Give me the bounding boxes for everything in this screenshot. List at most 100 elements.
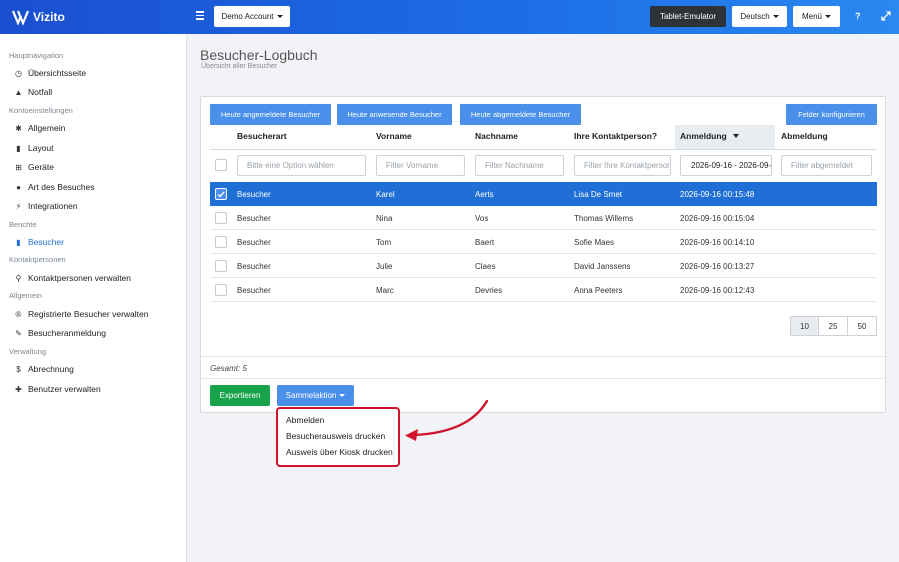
filter-first-name[interactable]: Filter Vorname [376,155,465,176]
sidebar-item-overview[interactable]: ◷ Übersichtsseite [14,68,86,78]
brand[interactable]: Vizito [12,9,65,25]
row-checkbox[interactable] [215,212,227,224]
cell-type: Besucher [237,286,271,295]
column-header-type[interactable]: Besucherart [237,131,287,141]
book-icon: ▮ [16,143,21,153]
sidebar-item-label: Layout [28,143,54,153]
page-size-10[interactable]: 10 [790,316,819,336]
account-label: Demo Account [221,12,274,21]
sidebar-item-label: Benutzer verwalten [28,384,101,394]
table-row[interactable]: Besucher Marc Devries Anna Peeters 2026-… [210,278,877,302]
sidebar-item-billing[interactable]: $ Abrechnung [14,364,74,374]
today-present-button[interactable]: Heute anwesende Besucher [337,104,452,125]
address-icon: ⚲ [15,273,22,283]
sidebar-item-manage-contacts[interactable]: ⚲ Kontaktpersonen verwalten [14,273,131,283]
users-icon: ● [16,182,21,192]
column-header-contact[interactable]: Ihre Kontaktperson? [574,131,657,141]
cell-contact: David Janssens [574,262,631,271]
account-dropdown[interactable]: Demo Account [214,6,290,27]
cell-checkin: 2026-09-16 00:14:10 [680,238,755,247]
cell-type: Besucher [237,214,271,223]
sidebar-item-label: Notfall [28,87,53,97]
row-checkbox[interactable] [215,188,227,200]
gauge-icon: ◷ [15,68,22,78]
row-checkbox[interactable] [215,236,227,248]
sidebar-item-emergency[interactable]: ▲ Notfall [14,87,53,97]
bulk-action-dropdown[interactable]: Sammelaktion [277,385,354,406]
sidebar-item-label: Integrationen [28,201,78,211]
sidebar-item-manage-users[interactable]: ✚ Benutzer verwalten [14,384,101,394]
sidebar-item-label: Registrierte Besucher verwalten [28,309,149,319]
total-count: Gesamt: 5 [210,364,247,373]
cell-last-name: Aerts [475,190,494,199]
sidebar-item-label: Besucheranmeldung [28,328,106,338]
page-size-25[interactable]: 25 [818,316,848,336]
annotation-arrow-icon [405,399,489,441]
top-bar: Vizito Demo Account Tablet-Emulator Deut… [0,0,899,34]
plug-icon: ⚡ [15,201,22,211]
caret-down-icon [825,15,831,18]
check-icon [217,191,225,198]
filter-checkout[interactable]: Filter abgemeldet [781,155,872,176]
filter-visitor-type[interactable]: Bitte eine Option wählen [237,155,366,176]
filter-last-name[interactable]: Filter Nachname [475,155,564,176]
page-size-50[interactable]: 50 [847,316,877,336]
today-signed-out-button[interactable]: Heute abgemeldete Besucher [460,104,581,125]
menu-item-print-badge-kiosk[interactable]: Ausweis über Kiosk drucken [286,447,393,457]
fullscreen-icon[interactable] [881,11,891,21]
sidebar-item-devices[interactable]: ⊞ Geräte [14,162,54,172]
cell-last-name: Devries [475,286,503,295]
sidebar-item-registered-visitors[interactable]: ® Registrierte Besucher verwalten [14,309,149,319]
export-button[interactable]: Exportieren [210,385,270,406]
gear-icon: ✱ [15,123,22,133]
sidebar-item-visitor-registration[interactable]: ✎ Besucheranmeldung [14,328,106,338]
sidebar-item-visit-type[interactable]: ● Art des Besuches [14,182,95,192]
sidebar-item-integrations[interactable]: ⚡ Integrationen [14,201,78,211]
column-header-label: Anmeldung [680,131,727,141]
book-icon: ▮ [16,237,21,247]
column-header-first-name[interactable]: Vorname [376,131,412,141]
column-header-last-name[interactable]: Nachname [475,131,518,141]
page-title: Besucher-Logbuch [200,47,318,63]
tablet-emulator-button[interactable]: Tablet-Emulator [650,6,726,27]
user-plus-icon: ✚ [15,384,22,394]
bulk-action-label: Sammelaktion [285,391,337,400]
cell-contact: Sofie Maes [574,238,615,247]
row-checkbox[interactable] [215,260,227,272]
caret-down-icon [276,15,283,18]
table-row[interactable]: Besucher Karel Aerts Lisa De Smet 2026-0… [210,182,877,206]
filter-checkin-range[interactable]: 2026-09-16 - 2026-09-16 [680,155,772,176]
cell-checkin: 2026-09-16 00:12:43 [680,286,755,295]
sidebar-item-layout[interactable]: ▮ Layout [14,143,54,153]
footer-divider-bottom [201,378,885,379]
configure-fields-button[interactable]: Felder konfigurieren [786,104,877,125]
sidebar-item-label: Kontaktpersonen verwalten [28,273,132,283]
table-row[interactable]: Besucher Nina Vos Thomas Willems 2026-09… [210,206,877,230]
menu-dropdown[interactable]: Menü [793,6,840,27]
sidebar-item-label: Besucher [28,237,64,247]
page-subtitle: Übersicht aller Besucher [201,63,278,70]
filter-contact[interactable]: Filter Ihre Kontaktperson [574,155,671,176]
sidebar-item-visitors[interactable]: ▮ Besucher [14,237,64,247]
row-checkbox[interactable] [215,284,227,296]
column-header-checkout[interactable]: Abmeldung [781,131,828,141]
cell-first-name: Marc [376,286,394,295]
warning-icon: ▲ [14,87,23,97]
help-icon[interactable]: ? [855,11,861,21]
today-registered-button[interactable]: Heute angemeldete Besucher [210,104,331,125]
table-row[interactable]: Besucher Tom Baert Sofie Maes 2026-09-16… [210,230,877,254]
cell-contact: Lisa De Smet [574,190,623,199]
column-header-checkin[interactable]: Anmeldung [680,131,739,141]
section-account: Kontoeinstellungen [9,106,73,115]
sidebar-item-label: Abrechnung [28,364,74,374]
language-dropdown[interactable]: Deutsch [732,6,787,27]
cell-first-name: Julie [376,262,393,271]
cell-first-name: Karel [376,190,395,199]
menu-toggle-icon[interactable] [196,11,204,21]
menu-item-print-badge[interactable]: Besucherausweis drucken [286,431,385,441]
select-all-checkbox[interactable] [215,159,227,171]
sidebar-item-general[interactable]: ✱ Allgemein [14,123,65,133]
menu-item-sign-out[interactable]: Abmelden [286,415,324,425]
table-row[interactable]: Besucher Julie Claes David Janssens 2026… [210,254,877,278]
section-admin: Verwaltung [9,347,47,356]
